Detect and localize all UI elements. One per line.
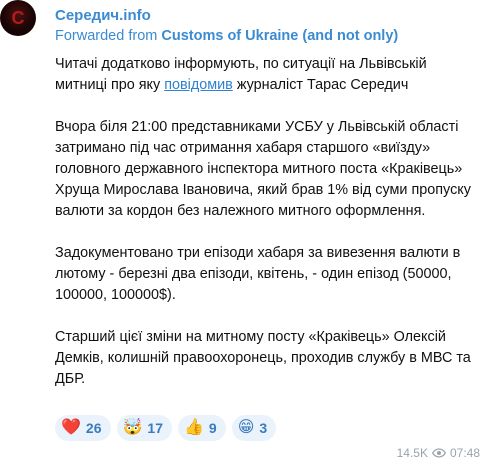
reactions-bar: ❤️ 26 🤯 17 👍 9 😁 3 (55, 415, 277, 441)
heart-icon: ❤️ (61, 419, 81, 436)
reaction-grin[interactable]: 😁 3 (231, 415, 277, 441)
reaction-count: 26 (85, 420, 102, 436)
reaction-count: 3 (259, 420, 268, 436)
channel-avatar[interactable]: С (0, 0, 36, 36)
paragraph-text: журналіст Тарас Середич (232, 77, 409, 93)
thumbs-up-icon: 👍 (184, 419, 204, 436)
message-time: 07:48 (449, 446, 480, 460)
channel-name[interactable]: Середич.info (55, 6, 472, 26)
reaction-heart[interactable]: ❤️ 26 (55, 415, 111, 441)
message-paragraph: Вчора біля 21:00 представниками УСБУ у Л… (55, 119, 471, 219)
forwarded-line: Forwarded from Customs of Ukraine (and n… (55, 26, 472, 46)
reported-link[interactable]: повідомив (164, 77, 233, 93)
eye-icon (431, 448, 446, 458)
reaction-thumbs-up[interactable]: 👍 9 (178, 415, 226, 441)
reaction-exploding-head[interactable]: 🤯 17 (116, 415, 172, 441)
avatar-logo-icon: С (11, 7, 25, 28)
exploding-head-icon: 🤯 (122, 419, 143, 436)
message-paragraph: Задокументовано три епізоди хабаря за ви… (55, 245, 461, 303)
reaction-count: 17 (147, 420, 163, 436)
message-meta: 14.5K 07:48 (397, 446, 480, 460)
message-text: Читачі додатково інформують, по ситуації… (55, 54, 472, 390)
reaction-count: 9 (208, 420, 217, 436)
grin-icon: 😁 (237, 419, 255, 436)
message-paragraph: Старший цієї зміни на митному посту «Кра… (55, 329, 471, 387)
forwarded-label: Forwarded from (55, 28, 158, 44)
view-count: 14.5K (396, 446, 428, 460)
message-paragraph: Читачі додатково інформують, по ситуації… (55, 54, 472, 96)
forwarded-source-link[interactable]: Customs of Ukraine (and not only) (161, 28, 398, 44)
message-bubble: Середич.info Forwarded from Customs of U… (42, 0, 482, 464)
